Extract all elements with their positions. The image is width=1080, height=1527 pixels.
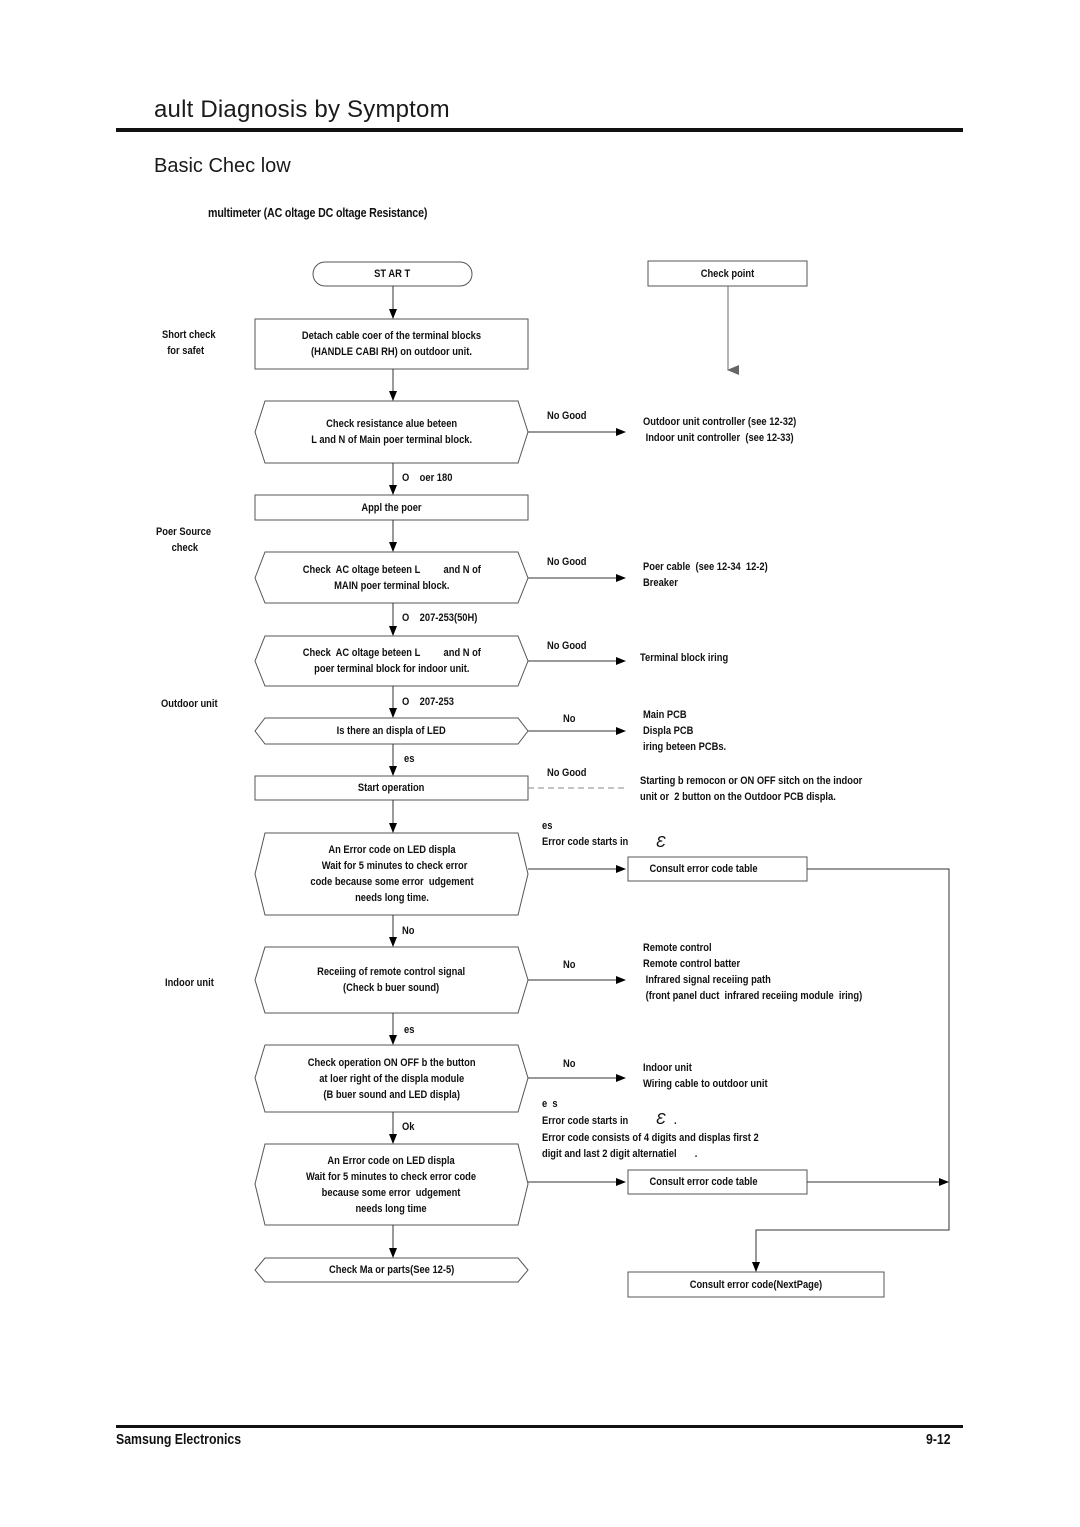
cp-starting: Starting b remocon or ON OFF sitch on th… — [640, 775, 863, 803]
cp-controllers: Outdoor unit controller (see 12-32) Indo… — [643, 416, 797, 444]
label-power-source: Poer Source check — [156, 526, 212, 554]
yes-label-3: e s — [542, 1098, 558, 1110]
no-good-2: No Good — [547, 556, 587, 568]
consult-table-2[interactable]: Consult error code table — [628, 1170, 807, 1194]
consult-next-page[interactable]: Consult error code(NextPage) — [628, 1272, 884, 1297]
label-short-check: Short check for safet — [162, 329, 216, 357]
e-glyph-2: Ɛ — [656, 1111, 666, 1128]
cp-power-cable: Poer cable (see 12-34 12-2) Breaker — [643, 561, 768, 589]
no-branch-remote: No — [563, 959, 576, 971]
resistance-label: Check resistance alue beteen L and N of … — [311, 418, 472, 446]
page-number: 9-12 — [926, 1431, 951, 1448]
error-code-label-2: An Error code on LED displa Wait for 5 m… — [306, 1154, 477, 1215]
start-label: ST AR T — [374, 268, 411, 280]
ok-207-253-50h: O 207-253(50H) — [402, 612, 478, 624]
remote-label: Receiing of remote control signal (Check… — [317, 966, 466, 994]
apply-power-label: Appl the poer — [361, 501, 422, 514]
footer-company: Samsung Electronics — [116, 1431, 242, 1448]
start-operation-label: Start operation — [358, 782, 425, 794]
error-code-label: An Error code on LED displa Wait for 5 m… — [309, 844, 474, 904]
onoff-label: Check operation ON OFF b the button at l… — [307, 1056, 476, 1101]
detach-label: Detach cable coer of the terminal blocks… — [301, 330, 482, 358]
label-outdoor-unit: Outdoor unit — [161, 698, 218, 710]
error-starts-2: Error code starts in — [542, 1115, 629, 1127]
consult-table-1[interactable]: Consult error code table — [628, 857, 807, 881]
yes-error-starts: es Error code starts in — [542, 820, 629, 848]
label-indoor-unit: Indoor unit — [165, 977, 214, 989]
no-label-1: No — [402, 925, 415, 937]
no-branch-onoff: No — [563, 1058, 576, 1070]
yes-label-1: es — [404, 753, 415, 765]
ok-label: Ok — [402, 1121, 415, 1133]
cp-terminal-wiring: Terminal block iring — [640, 652, 729, 664]
error-consists: Error code consists of 4 digits and disp… — [542, 1132, 759, 1160]
major-parts-label: Check Ma or parts(See 12-5) — [328, 1264, 455, 1276]
check-point-header: Check point — [700, 267, 755, 280]
yes-label-2: es — [404, 1024, 415, 1036]
led-label: Is there an displa of LED — [336, 725, 447, 737]
e-glyph-1: Ɛ — [656, 834, 666, 851]
footer-rule — [116, 1425, 963, 1428]
cp-remote: Remote control Remote control batter Inf… — [643, 942, 863, 1002]
period-mark: . — [674, 1115, 677, 1127]
ok-over-180: O oer 180 — [402, 472, 453, 484]
ok-207-253: O 207-253 — [402, 696, 454, 708]
ac-main-label: Check AC oltage beteen L and N of MAIN p… — [302, 563, 481, 592]
no-good-3: No Good — [547, 640, 587, 652]
ac-indoor-label: Check AC oltage beteen L and N of poer t… — [302, 647, 481, 675]
no-good-1: No Good — [547, 410, 587, 422]
cp-pcbs: Main PCB Displa PCB iring beteen PCBs. — [643, 709, 727, 753]
cp-indoor-wiring: Indoor unit Wiring cable to outdoor unit — [643, 1062, 768, 1090]
flowchart-lines — [254, 260, 950, 1298]
no-branch-led: No — [563, 713, 576, 725]
no-good-4: No Good — [547, 767, 587, 779]
